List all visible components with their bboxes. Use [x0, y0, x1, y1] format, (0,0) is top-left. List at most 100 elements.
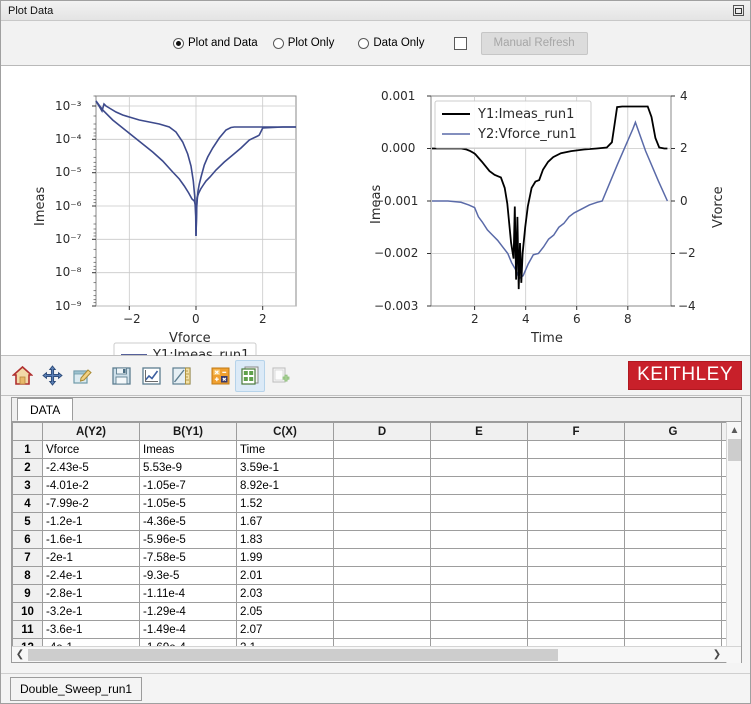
row-header[interactable]: 4 [13, 495, 43, 513]
row-header[interactable]: 8 [13, 567, 43, 585]
table-row[interactable]: 3-4.01e-2-1.05e-78.92e-1 [13, 477, 742, 495]
cell-f[interactable] [528, 441, 625, 459]
horizontal-scroll-thumb[interactable] [28, 649, 558, 661]
cell-b[interactable]: -1.11e-4 [140, 585, 237, 603]
cell-a[interactable]: -2.4e-1 [43, 567, 140, 585]
cell-b[interactable]: 5.53e-9 [140, 459, 237, 477]
add-sheet-icon[interactable] [265, 360, 295, 392]
cell-d[interactable] [334, 567, 431, 585]
cell-g[interactable] [625, 567, 722, 585]
cell-e[interactable] [431, 567, 528, 585]
row-header[interactable]: 3 [13, 477, 43, 495]
cell-d[interactable] [334, 459, 431, 477]
cell-d[interactable] [334, 477, 431, 495]
cell-g[interactable] [625, 531, 722, 549]
cell-g[interactable] [625, 495, 722, 513]
radio-plot-and-data[interactable]: Plot and Data [173, 37, 258, 49]
cell-c[interactable]: 1.99 [237, 549, 334, 567]
table-vertical-scrollbar[interactable]: ▲ ▼ [726, 422, 741, 663]
cell-d[interactable] [334, 603, 431, 621]
cell-d[interactable] [334, 621, 431, 639]
cell-b[interactable]: -7.58e-5 [140, 549, 237, 567]
cell-c[interactable]: 1.52 [237, 495, 334, 513]
cell-c[interactable]: Time [237, 441, 334, 459]
auto-refresh-checkbox[interactable] [454, 37, 467, 50]
cell-g[interactable] [625, 621, 722, 639]
scroll-left-icon[interactable]: ❮ [12, 647, 28, 662]
cell-g[interactable] [625, 513, 722, 531]
table-row[interactable]: 2-2.43e-55.53e-93.59e-1 [13, 459, 742, 477]
cell-a[interactable]: -7.99e-2 [43, 495, 140, 513]
cell-d[interactable] [334, 513, 431, 531]
cell-b[interactable]: -1.05e-5 [140, 495, 237, 513]
cell-a[interactable]: -3.2e-1 [43, 603, 140, 621]
cell-c[interactable]: 2.03 [237, 585, 334, 603]
cell-e[interactable] [431, 459, 528, 477]
cell-e[interactable] [431, 477, 528, 495]
calculator-icon[interactable] [205, 360, 235, 392]
cell-f[interactable] [528, 531, 625, 549]
col-header-b[interactable]: B(Y1) [140, 423, 237, 441]
col-header-d[interactable]: D [334, 423, 431, 441]
cell-b[interactable]: -5.96e-5 [140, 531, 237, 549]
cell-c[interactable]: 3.59e-1 [237, 459, 334, 477]
cell-e[interactable] [431, 585, 528, 603]
table-row[interactable]: 5-1.2e-1-4.36e-51.67 [13, 513, 742, 531]
manual-refresh-button[interactable]: Manual Refresh [481, 32, 588, 55]
cell-e[interactable] [431, 495, 528, 513]
cell-a[interactable]: -3.6e-1 [43, 621, 140, 639]
cell-g[interactable] [625, 585, 722, 603]
table-row[interactable]: 9-2.8e-1-1.11e-42.03 [13, 585, 742, 603]
tab-data[interactable]: DATA [17, 398, 73, 421]
cell-c[interactable]: 1.67 [237, 513, 334, 531]
cell-b[interactable]: -1.05e-7 [140, 477, 237, 495]
cell-f[interactable] [528, 549, 625, 567]
cell-f[interactable] [528, 603, 625, 621]
cell-f[interactable] [528, 585, 625, 603]
table-horizontal-scrollbar[interactable]: ❮ ❯ [12, 646, 741, 662]
cell-f[interactable] [528, 621, 625, 639]
cell-f[interactable] [528, 495, 625, 513]
col-header-e[interactable]: E [431, 423, 528, 441]
cell-e[interactable] [431, 549, 528, 567]
plot-settings-icon[interactable] [136, 360, 166, 392]
table-row[interactable]: 10-3.2e-1-1.29e-42.05 [13, 603, 742, 621]
cell-c[interactable]: 2.01 [237, 567, 334, 585]
cell-f[interactable] [528, 513, 625, 531]
cell-a[interactable]: -2.8e-1 [43, 585, 140, 603]
cell-a[interactable]: -2.43e-5 [43, 459, 140, 477]
row-header[interactable]: 2 [13, 459, 43, 477]
restore-icon[interactable] [731, 4, 746, 18]
cell-c[interactable]: 2.05 [237, 603, 334, 621]
cell-f[interactable] [528, 567, 625, 585]
cell-e[interactable] [431, 441, 528, 459]
row-header[interactable]: 7 [13, 549, 43, 567]
cell-g[interactable] [625, 549, 722, 567]
vertical-scroll-thumb[interactable] [728, 439, 741, 461]
cell-g[interactable] [625, 459, 722, 477]
row-header[interactable]: 10 [13, 603, 43, 621]
table-row[interactable]: 1VforceImeasTime [13, 441, 742, 459]
cell-c[interactable]: 1.83 [237, 531, 334, 549]
cell-g[interactable] [625, 441, 722, 459]
col-header-corner[interactable] [13, 423, 43, 441]
cell-e[interactable] [431, 603, 528, 621]
save-icon[interactable] [106, 360, 136, 392]
cell-g[interactable] [625, 603, 722, 621]
sheet-properties-icon[interactable] [235, 360, 265, 392]
table-row[interactable]: 8-2.4e-1-9.3e-52.01 [13, 567, 742, 585]
cell-a[interactable]: -4.01e-2 [43, 477, 140, 495]
col-header-f[interactable]: F [528, 423, 625, 441]
row-header[interactable]: 6 [13, 531, 43, 549]
table-row[interactable]: 6-1.6e-1-5.96e-51.83 [13, 531, 742, 549]
cell-e[interactable] [431, 513, 528, 531]
radio-data-only[interactable]: Data Only [358, 37, 424, 49]
row-header[interactable]: 1 [13, 441, 43, 459]
cell-b[interactable]: -4.36e-5 [140, 513, 237, 531]
cell-b[interactable]: Imeas [140, 441, 237, 459]
col-header-a[interactable]: A(Y2) [43, 423, 140, 441]
cell-a[interactable]: -1.6e-1 [43, 531, 140, 549]
table-row[interactable]: 7-2e-1-7.58e-51.99 [13, 549, 742, 567]
pan-move-icon[interactable] [37, 360, 67, 392]
ruler-measure-icon[interactable] [166, 360, 196, 392]
